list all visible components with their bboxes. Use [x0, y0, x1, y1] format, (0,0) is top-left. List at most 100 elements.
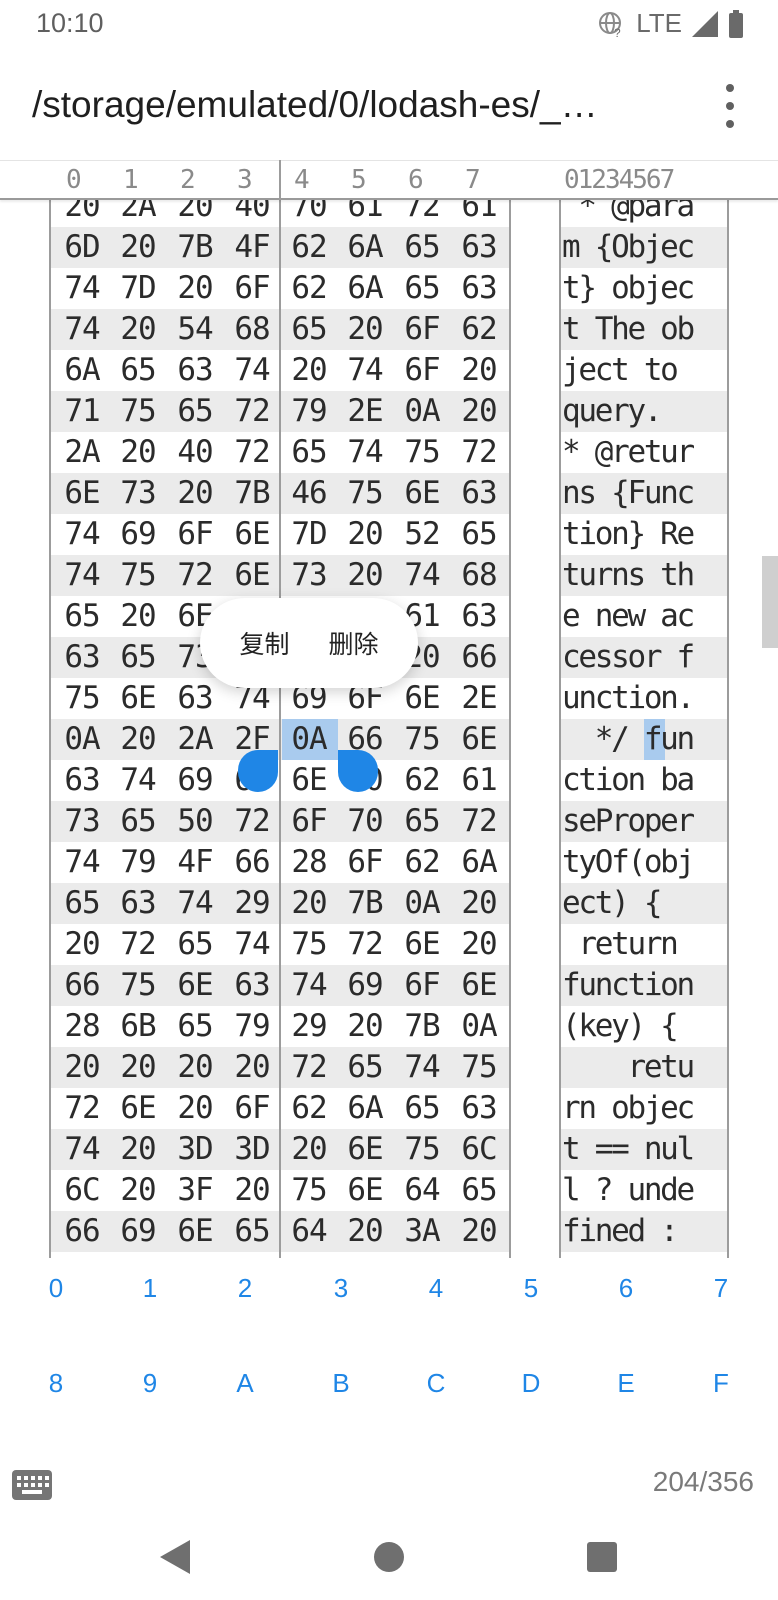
hex-byte[interactable]: 54 — [170, 309, 220, 350]
hex-byte[interactable]: 75 — [113, 555, 163, 596]
selection-start-handle[interactable] — [238, 750, 278, 792]
key-e[interactable]: E — [596, 1353, 656, 1413]
hex-byte[interactable]: 72 — [227, 391, 277, 432]
hex-byte[interactable]: 3D — [227, 1129, 277, 1170]
hex-byte[interactable]: 74 — [284, 965, 334, 1006]
ascii-text[interactable]: tyOf(obj — [562, 842, 728, 883]
hex-byte[interactable]: 20 — [113, 309, 163, 350]
hex-byte[interactable]: 74 — [227, 924, 277, 965]
hex-byte[interactable]: 72 — [227, 801, 277, 842]
hex-byte[interactable]: 20 — [340, 1006, 390, 1047]
hex-byte[interactable]: 50 — [170, 801, 220, 842]
hex-byte[interactable]: 6F — [170, 514, 220, 555]
hex-byte[interactable]: 63 — [454, 596, 504, 637]
hex-byte[interactable]: 65 — [113, 637, 163, 678]
hex-byte[interactable]: 63 — [57, 760, 107, 801]
hex-byte[interactable]: 79 — [227, 1006, 277, 1047]
hex-byte[interactable]: 20 — [227, 1170, 277, 1211]
home-icon[interactable] — [374, 1542, 404, 1572]
hex-byte[interactable]: 20 — [57, 200, 107, 227]
ascii-text[interactable]: ction ba — [562, 760, 728, 801]
hex-byte[interactable]: 68 — [454, 555, 504, 596]
hex-byte[interactable]: 62 — [397, 760, 447, 801]
hex-byte[interactable]: 0A — [57, 719, 107, 760]
hex-byte[interactable]: 74 — [340, 350, 390, 391]
hex-byte[interactable]: 7D — [284, 514, 334, 555]
key-3[interactable]: 3 — [311, 1258, 371, 1318]
hex-byte[interactable]: 7D — [113, 268, 163, 309]
hex-byte[interactable]: 65 — [397, 1088, 447, 1129]
hex-byte[interactable]: 65 — [57, 883, 107, 924]
hex-byte[interactable]: 0A — [397, 391, 447, 432]
hex-byte[interactable]: 63 — [170, 350, 220, 391]
hex-byte[interactable]: 20 — [340, 555, 390, 596]
hex-byte[interactable]: 79 — [284, 391, 334, 432]
ascii-text[interactable]: return — [562, 924, 728, 965]
hex-byte[interactable]: 74 — [227, 350, 277, 391]
hex-byte[interactable]: 40 — [170, 432, 220, 473]
hex-byte[interactable]: 6C — [454, 1129, 504, 1170]
hex-byte[interactable]: 7B — [340, 883, 390, 924]
hex-byte[interactable]: 72 — [284, 1047, 334, 1088]
ascii-text[interactable]: seProper — [562, 801, 728, 842]
hex-byte[interactable]: 72 — [57, 1088, 107, 1129]
hex-byte[interactable]: 6B — [113, 1006, 163, 1047]
selection-end-handle[interactable] — [338, 750, 378, 792]
hex-byte[interactable]: 63 — [170, 678, 220, 719]
hex-byte[interactable]: 20 — [454, 924, 504, 965]
hex-byte[interactable]: 75 — [397, 719, 447, 760]
hex-byte[interactable]: 6E — [284, 760, 334, 801]
ascii-text[interactable]: e new ac — [562, 596, 728, 637]
key-1[interactable]: 1 — [120, 1258, 180, 1318]
hex-byte[interactable]: 6E — [397, 678, 447, 719]
hex-byte[interactable]: 20 — [170, 473, 220, 514]
ascii-text[interactable]: fined : — [562, 1211, 728, 1252]
hex-byte[interactable]: 7B — [170, 227, 220, 268]
hex-byte[interactable]: 6E — [397, 924, 447, 965]
hex-byte[interactable]: 65 — [113, 801, 163, 842]
ascii-text[interactable]: l ? unde — [562, 1170, 728, 1211]
hex-byte[interactable]: 69 — [113, 1211, 163, 1252]
hex-byte[interactable]: 20 — [113, 227, 163, 268]
hex-byte[interactable]: 6F — [340, 842, 390, 883]
key-b[interactable]: B — [311, 1353, 371, 1413]
hex-byte[interactable]: 6C — [57, 1170, 107, 1211]
hex-byte[interactable]: 63 — [454, 227, 504, 268]
ascii-text[interactable]: cessor f — [562, 637, 728, 678]
ascii-text[interactable]: tion} Re — [562, 514, 728, 555]
hex-byte[interactable]: 6E — [227, 514, 277, 555]
ascii-text[interactable]: (key) { — [562, 1006, 728, 1047]
hex-byte[interactable]: 64 — [284, 1211, 334, 1252]
hex-byte[interactable]: 75 — [113, 965, 163, 1006]
hex-byte[interactable]: 73 — [57, 801, 107, 842]
hex-byte[interactable]: 75 — [397, 1129, 447, 1170]
hex-byte[interactable]: 63 — [113, 883, 163, 924]
hex-byte[interactable]: 72 — [113, 924, 163, 965]
hex-byte[interactable]: 6F — [227, 268, 277, 309]
hex-byte[interactable]: 69 — [340, 965, 390, 1006]
hex-byte[interactable]: 63 — [57, 637, 107, 678]
hex-byte[interactable]: 75 — [284, 924, 334, 965]
hex-byte[interactable]: 2E — [454, 678, 504, 719]
hex-byte[interactable]: 63 — [454, 268, 504, 309]
hex-byte[interactable]: 62 — [284, 268, 334, 309]
hex-byte[interactable]: 73 — [113, 473, 163, 514]
ascii-text[interactable]: function — [562, 965, 728, 1006]
key-f[interactable]: F — [691, 1353, 751, 1413]
hex-byte[interactable]: 6A — [340, 268, 390, 309]
hex-byte[interactable]: 6A — [340, 227, 390, 268]
hex-byte[interactable]: 6E — [113, 678, 163, 719]
hex-byte[interactable]: 29 — [284, 1006, 334, 1047]
hex-byte[interactable]: 20 — [113, 1129, 163, 1170]
key-7[interactable]: 7 — [691, 1258, 751, 1318]
hex-byte[interactable]: 20 — [113, 1047, 163, 1088]
hex-byte[interactable]: 72 — [340, 924, 390, 965]
ascii-text[interactable]: * @para — [562, 200, 728, 227]
back-icon[interactable] — [160, 1540, 190, 1574]
hex-byte[interactable]: 20 — [454, 391, 504, 432]
hex-byte[interactable]: 74 — [340, 432, 390, 473]
key-0[interactable]: 0 — [26, 1258, 86, 1318]
scrollbar-thumb[interactable] — [762, 556, 778, 648]
key-5[interactable]: 5 — [501, 1258, 561, 1318]
hex-byte[interactable]: 75 — [454, 1047, 504, 1088]
